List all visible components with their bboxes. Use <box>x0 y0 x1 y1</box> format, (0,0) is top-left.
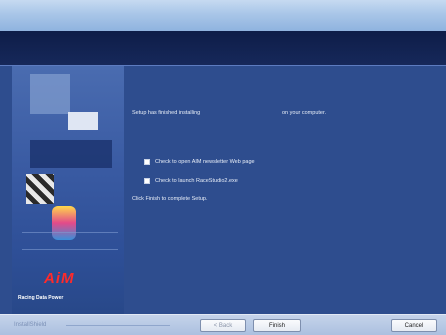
banner-credit: Racing Data Power <box>18 295 64 301</box>
banner-checkered-flag <box>26 174 54 204</box>
banner-image-display <box>68 112 98 130</box>
cancel-button[interactable]: Cancel <box>391 319 437 332</box>
checkbox-newsletter-row[interactable]: Check to open AIM newsletter Web page <box>144 158 255 166</box>
bottom-divider <box>66 325 170 326</box>
computer-text: on your computer. <box>282 110 327 116</box>
checkbox-launch-row[interactable]: Check to launch RaceStudio2.exe <box>144 177 238 185</box>
complete-text: Click Finish to complete Setup. <box>132 196 208 202</box>
title-bar <box>0 0 446 31</box>
setup-wizard-window: AiM Racing Data Power Setup has finished… <box>0 0 446 335</box>
banner-waveform <box>22 232 118 250</box>
wizard-banner: AiM Racing Data Power <box>12 66 124 314</box>
banner-image-lights <box>30 140 112 168</box>
finished-text: Setup has finished installing <box>132 110 201 116</box>
header-band <box>0 31 446 65</box>
back-button[interactable]: < Back <box>200 319 246 332</box>
wizard-content: Setup has finished installing on your co… <box>126 66 446 314</box>
banner-image-top <box>30 74 70 114</box>
installshield-brand: InstallShield <box>14 322 47 328</box>
finish-button[interactable]: Finish <box>253 319 301 332</box>
aim-logo: AiM <box>44 270 75 287</box>
checkbox-newsletter-label[interactable]: Check to open AIM newsletter Web page <box>155 159 255 165</box>
button-bar: InstallShield < Back Finish Cancel <box>0 314 446 335</box>
checkbox-launch-label[interactable]: Check to launch RaceStudio2.exe <box>155 178 238 184</box>
checkbox-launch[interactable] <box>144 178 150 184</box>
checkbox-newsletter[interactable] <box>144 159 150 165</box>
